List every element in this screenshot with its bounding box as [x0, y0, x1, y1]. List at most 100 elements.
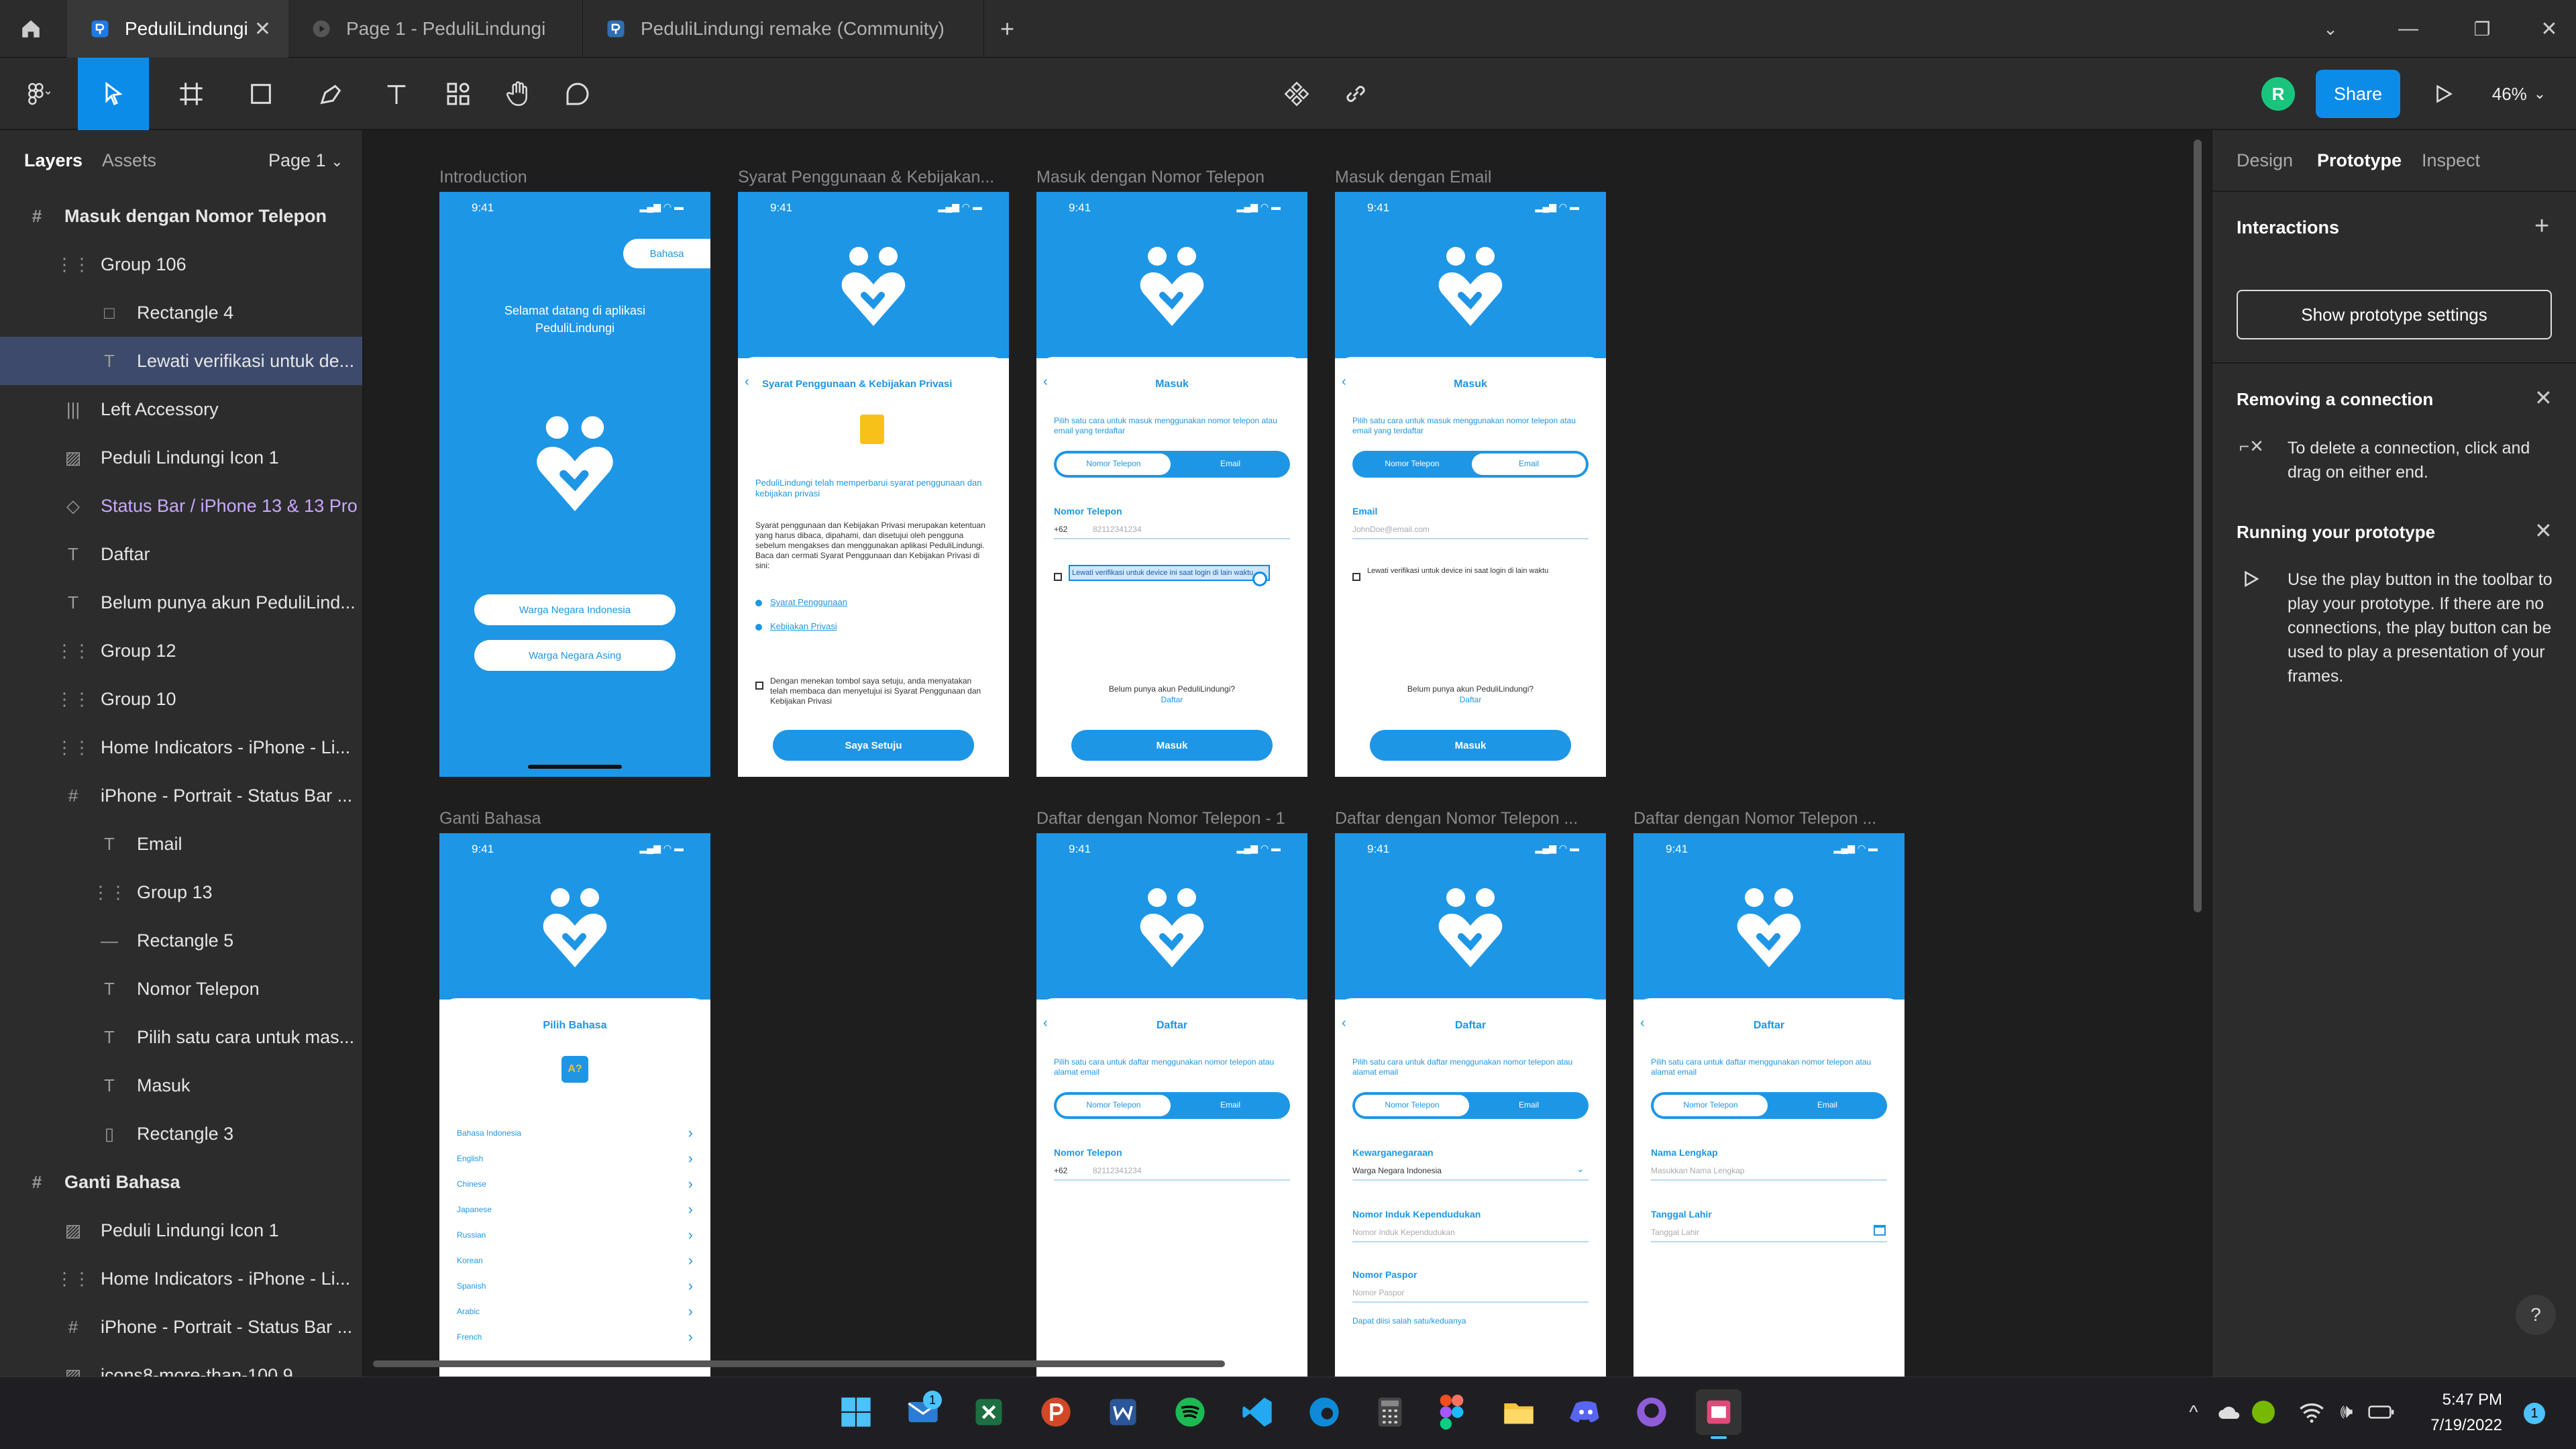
discord-icon[interactable] [1563, 1389, 1609, 1435]
layer-row[interactable]: ▨ Peduli Lindungi Icon 1 [0, 433, 362, 482]
close-icon[interactable]: ✕ [254, 17, 271, 41]
agree-checkbox[interactable] [755, 682, 763, 690]
layer-row[interactable]: ◇ Status Bar / iPhone 13 & 13 Pro [0, 482, 362, 530]
language-item[interactable]: Spanish › [457, 1276, 693, 1297]
restore-icon[interactable]: ❐ [2462, 0, 2502, 58]
avatar[interactable]: R [2259, 58, 2297, 130]
segment-phone[interactable]: Nomor Telepon [1355, 459, 1469, 468]
mail-icon[interactable]: 1 [900, 1389, 946, 1435]
vscode-icon[interactable] [1234, 1389, 1280, 1435]
country-code[interactable]: +62 [1054, 1166, 1067, 1175]
chevron-down-icon[interactable]: ⌄ [1576, 1163, 1585, 1175]
figma-icon[interactable] [1429, 1389, 1474, 1435]
frame-masuk-email[interactable]: 9:41 ▂▄▆ ◠ ▬ ‹ Masuk Pilih satu cara untu… [1335, 192, 1606, 777]
present-play-icon[interactable] [2423, 58, 2463, 130]
layer-row[interactable]: T Pilih satu cara untuk mas... [0, 1013, 362, 1061]
login-method-toggle[interactable]: Nomor Telepon Email [1352, 451, 1589, 478]
segment-phone[interactable]: Nomor Telepon [1355, 1100, 1469, 1110]
word-icon[interactable] [1100, 1389, 1146, 1435]
nik-input[interactable]: Nomor Induk Kependudukan [1352, 1228, 1455, 1237]
help-button[interactable]: ? [2516, 1295, 2556, 1335]
rectangle-tool-icon[interactable] [231, 58, 291, 130]
skip-checkbox[interactable] [1352, 573, 1360, 581]
segment-phone[interactable]: Nomor Telepon [1057, 459, 1171, 468]
layer-row[interactable]: ||| Left Accessory [0, 385, 362, 433]
vertical-scrollbar[interactable] [2194, 140, 2202, 912]
layer-row[interactable]: ▨ Peduli Lindungi Icon 1 [0, 1206, 362, 1254]
language-item[interactable]: English › [457, 1148, 693, 1170]
tab-layers[interactable]: Layers [24, 150, 83, 171]
chevron-down-icon[interactable]: ⌄ [2310, 0, 2351, 58]
register-method-toggle[interactable]: Nomor Telepon Email [1352, 1092, 1589, 1119]
segment-email[interactable]: Email [1472, 459, 1586, 468]
agree-button[interactable]: Saya Setuju [773, 730, 974, 761]
tab-assets[interactable]: Assets [102, 150, 156, 171]
horizontal-scrollbar[interactable] [373, 1360, 1225, 1367]
frame-syarat[interactable]: 9:41 ▂▄▆ ◠ ▬ ‹ Syarat Penggunaan & Kebija… [738, 192, 1009, 777]
frame-ganti-bahasa[interactable]: 9:41 ▂▄▆ ◠ ▬ Pilih Bahasa A? Bahasa Indon… [439, 833, 710, 1377]
chevron-up-icon[interactable]: ^ [2180, 1389, 2207, 1435]
frame-masuk-telepon[interactable]: 9:41 ▂▄▆ ◠ ▬ ‹ Masuk Pilih satu cara untu… [1036, 192, 1307, 777]
layer-row[interactable]: # Masuk dengan Nomor Telepon [0, 192, 362, 240]
notification-badge[interactable]: 1 [2524, 1403, 2545, 1424]
register-link[interactable]: Daftar [1335, 695, 1606, 704]
language-item[interactable]: Japanese › [457, 1199, 693, 1221]
layer-row[interactable]: ⋮⋮ Group 12 [0, 627, 362, 675]
skip-text-selected[interactable]: Lewati verifikasi untuk device ini saat … [1069, 565, 1270, 581]
segment-phone[interactable]: Nomor Telepon [1654, 1100, 1768, 1110]
frame-label[interactable]: Ganti Bahasa [439, 809, 708, 828]
file-explorer-icon[interactable] [1496, 1389, 1542, 1435]
move-tool-icon[interactable] [78, 58, 149, 130]
new-tab-icon[interactable]: + [983, 0, 1030, 58]
show-prototype-settings-button[interactable]: Show prototype settings [2237, 290, 2552, 339]
frame-label[interactable]: Masuk dengan Nomor Telepon [1036, 168, 1305, 187]
phone-input[interactable]: 82112341234 [1093, 1166, 1142, 1175]
clock-date[interactable]: 7/19/2022 [2402, 1416, 2502, 1435]
language-item[interactable]: French › [457, 1327, 693, 1348]
connection-handle[interactable] [1252, 572, 1267, 586]
login-button[interactable]: Masuk [1071, 730, 1273, 761]
email-input[interactable]: JohnDoe@email.com [1352, 525, 1430, 534]
frame-label[interactable]: Masuk dengan Email [1335, 168, 1603, 187]
layer-row[interactable]: ⋮⋮ Group 13 [0, 868, 362, 916]
add-interaction-icon[interactable]: + [2534, 212, 2549, 241]
home-icon[interactable] [0, 0, 62, 58]
windows-start-icon[interactable] [833, 1389, 879, 1435]
frame-label[interactable]: Introduction [439, 168, 708, 187]
zoom-menu[interactable]: 46% ⌄ [2482, 58, 2556, 130]
battery-icon[interactable] [2365, 1389, 2398, 1435]
canvas[interactable]: Introduction Syarat Penggunaan & Kebijak… [364, 130, 2211, 1377]
frame-label[interactable]: Daftar dengan Nomor Telepon ... [1335, 809, 1603, 828]
layer-row[interactable]: ⋮⋮ Group 10 [0, 675, 362, 723]
layer-row[interactable]: T Nomor Telepon [0, 965, 362, 1013]
github-icon[interactable] [1629, 1389, 1674, 1435]
link-icon[interactable] [1332, 58, 1379, 130]
layer-row[interactable]: ▯ Rectangle 3 [0, 1110, 362, 1158]
passport-input[interactable]: Nomor Paspor [1352, 1288, 1404, 1297]
segment-email[interactable]: Email [1770, 1100, 1884, 1110]
segment-email[interactable]: Email [1472, 1100, 1586, 1110]
frame-label[interactable]: Daftar dengan Nomor Telepon - 1 [1036, 809, 1305, 828]
layer-row[interactable]: ⋮⋮ Home Indicators - iPhone - Li... [0, 723, 362, 771]
phone-input[interactable]: 82112341234 [1093, 525, 1142, 534]
language-button[interactable]: Bahasa [623, 239, 710, 268]
citizenship-select[interactable]: Warga Negara Indonesia [1352, 1166, 1442, 1175]
register-link[interactable]: Daftar [1036, 695, 1307, 704]
tab-page-1[interactable]: Page 1 - PeduliLindungi [288, 0, 581, 58]
tab-design[interactable]: Design [2237, 150, 2293, 171]
layer-row[interactable]: T Belum punya akun PeduliLind... [0, 578, 362, 627]
frame-introduction[interactable]: 9:41 ▂▄▆ ◠ ▬ Bahasa Selamat datang di apl… [439, 192, 710, 777]
segment-email[interactable]: Email [1173, 459, 1287, 468]
volume-icon[interactable]: 🕪 [2330, 1389, 2363, 1435]
language-item[interactable]: Chinese › [457, 1174, 693, 1195]
frame-daftar-nama[interactable]: 9:41 ▂▄▆ ◠ ▬ ‹ Daftar Pilih satu cara unt… [1633, 833, 1904, 1377]
layer-row[interactable]: ⋮⋮ Home Indicators - iPhone - Li... [0, 1254, 362, 1303]
register-method-toggle[interactable]: Nomor Telepon Email [1651, 1092, 1887, 1119]
language-item[interactable]: Arabic › [457, 1301, 693, 1323]
edge-icon[interactable] [1301, 1389, 1347, 1435]
pen-tool-icon[interactable] [301, 58, 361, 130]
snipping-tool-icon[interactable] [1696, 1389, 1741, 1439]
component-icon[interactable] [1273, 58, 1320, 130]
language-item[interactable]: Russian › [457, 1225, 693, 1246]
tab-pedulilindungi[interactable]: PeduliLindungi ✕ [67, 0, 288, 58]
